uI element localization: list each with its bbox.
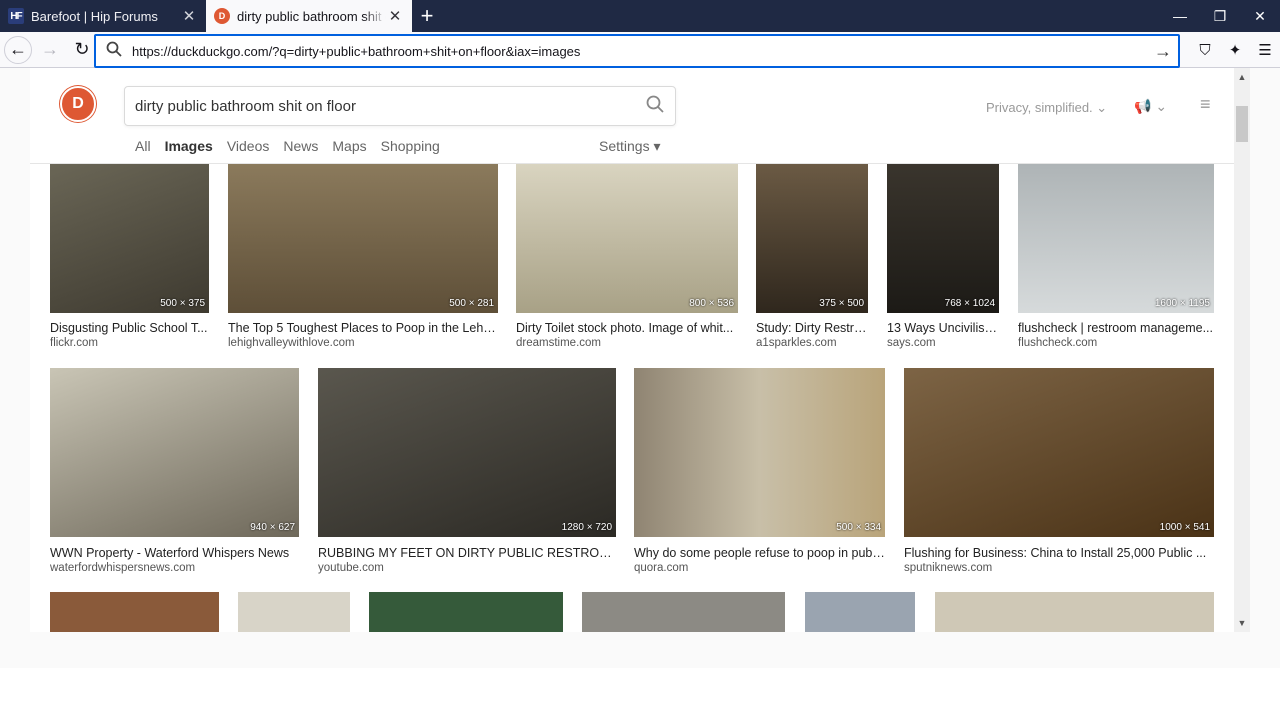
result-thumbnail[interactable]: 500 × 281 xyxy=(228,164,498,313)
result-source[interactable]: a1sparkles.com xyxy=(756,337,868,349)
scroll-down-icon[interactable]: ▼ xyxy=(1234,616,1250,630)
result-caption[interactable]: flushcheck | restroom manageme... xyxy=(1018,321,1214,335)
new-tab-button[interactable]: + xyxy=(412,0,442,32)
toolbar-right: ⛉ ✦ ☰ xyxy=(1190,32,1280,68)
tab-news[interactable]: News xyxy=(283,138,318,154)
url-text[interactable]: https://duckduckgo.com/?q=dirty+public+b… xyxy=(132,44,1148,59)
image-dimensions: 1000 × 541 xyxy=(1159,522,1210,533)
search-icon[interactable] xyxy=(635,95,675,118)
result-thumbnail[interactable] xyxy=(238,592,350,632)
tab-ddg-search[interactable]: D dirty public bathroom shit on floor - … xyxy=(206,0,412,32)
result-caption[interactable]: Flushing for Business: China to Install … xyxy=(904,546,1214,560)
image-dimensions: 375 × 500 xyxy=(819,298,864,309)
image-dimensions: 800 × 536 xyxy=(689,298,734,309)
image-dimensions: 500 × 375 xyxy=(160,298,205,309)
back-button[interactable]: ← xyxy=(4,35,32,64)
go-arrow-icon[interactable]: → xyxy=(1148,41,1178,62)
scrollbar-thumb[interactable] xyxy=(1236,106,1248,142)
result-caption[interactable]: 13 Ways Uncivilise... xyxy=(887,321,999,335)
scroll-up-icon[interactable]: ▲ xyxy=(1234,70,1250,84)
result-caption[interactable]: RUBBING MY FEET ON DIRTY PUBLIC RESTROOM… xyxy=(318,546,616,560)
duckduckgo-logo-icon[interactable]: D xyxy=(60,86,96,122)
forward-button[interactable]: → xyxy=(36,36,64,64)
tab-title: Barefoot | Hip Forums xyxy=(31,8,158,24)
result-thumbnail[interactable]: 1600 × 1195 xyxy=(1018,164,1214,313)
tab-videos[interactable]: Videos xyxy=(227,138,270,154)
search-input[interactable]: dirty public bathroom shit on floor xyxy=(124,86,676,126)
tab-strip: HF Barefoot | Hip Forums ✕ D dirty publi… xyxy=(0,0,1280,32)
result-source[interactable]: flickr.com xyxy=(50,337,209,349)
result-caption[interactable]: Disgusting Public School T... xyxy=(50,321,209,335)
tab-title: dirty public bathroom shit on floor - Du… xyxy=(237,8,386,24)
result-caption[interactable]: Dirty Toilet stock photo. Image of whit.… xyxy=(516,321,738,335)
close-icon[interactable]: ✕ xyxy=(386,7,404,25)
result-source[interactable]: says.com xyxy=(887,337,999,349)
minimize-button[interactable]: — xyxy=(1160,0,1200,32)
app-menu-icon[interactable]: ☰ xyxy=(1250,35,1280,65)
hipforums-favicon-icon: HF xyxy=(8,8,24,24)
result-caption[interactable]: The Top 5 Toughest Places to Poop in the… xyxy=(228,321,498,335)
result-source[interactable]: lehighvalleywithlove.com xyxy=(228,337,498,349)
result-caption[interactable]: Why do some people refuse to poop in pub… xyxy=(634,546,885,560)
result-thumbnail[interactable]: 500 × 375 xyxy=(50,164,209,313)
address-bar[interactable]: https://duckduckgo.com/?q=dirty+public+b… xyxy=(94,34,1180,68)
image-dimensions: 1280 × 720 xyxy=(561,522,612,533)
ddg-menu-icon[interactable]: ≡ xyxy=(1200,94,1211,115)
page-scrollbar[interactable]: ▲ ▼ xyxy=(1234,68,1250,632)
image-dimensions: 500 × 281 xyxy=(449,298,494,309)
result-source[interactable]: youtube.com xyxy=(318,562,616,574)
image-dimensions: 500 × 334 xyxy=(836,522,881,533)
result-thumbnail[interactable] xyxy=(50,592,219,632)
result-thumbnail[interactable] xyxy=(582,592,785,632)
result-source[interactable]: quora.com xyxy=(634,562,885,574)
result-thumbnail[interactable]: 800 × 536 xyxy=(516,164,738,313)
result-caption[interactable]: WWN Property - Waterford Whispers News xyxy=(50,546,299,560)
window-close-button[interactable]: ✕ xyxy=(1240,0,1280,32)
image-dimensions: 768 × 1024 xyxy=(944,298,995,309)
close-icon[interactable]: ✕ xyxy=(180,7,198,25)
result-thumbnail[interactable] xyxy=(805,592,915,632)
tab-barefoot[interactable]: HF Barefoot | Hip Forums ✕ xyxy=(0,0,206,32)
result-thumbnail[interactable]: 1280 × 720 xyxy=(318,368,616,537)
shield-icon[interactable]: ⛉ xyxy=(1190,35,1220,65)
privacy-dropdown[interactable]: Privacy, simplified. ⌄ xyxy=(986,100,1107,116)
megaphone-icon[interactable]: 📢 ⌄ xyxy=(1134,98,1167,115)
tab-maps[interactable]: Maps xyxy=(332,138,366,154)
ddg-header: D dirty public bathroom shit on floor Pr… xyxy=(30,68,1234,164)
result-source[interactable]: sputniknews.com xyxy=(904,562,1214,574)
result-thumbnail[interactable]: 375 × 500 xyxy=(756,164,868,313)
image-dimensions: 940 × 627 xyxy=(250,522,295,533)
image-dimensions: 1600 × 1195 xyxy=(1154,298,1210,309)
result-source[interactable]: flushcheck.com xyxy=(1018,337,1214,349)
result-thumbnail[interactable]: 500 × 334 xyxy=(634,368,885,537)
window-controls: — ❐ ✕ xyxy=(1160,0,1280,32)
reload-button[interactable]: ↻ xyxy=(68,36,96,64)
ddg-page: D dirty public bathroom shit on floor Pr… xyxy=(30,68,1234,632)
search-query[interactable]: dirty public bathroom shit on floor xyxy=(135,98,635,115)
tab-images[interactable]: Images xyxy=(165,138,213,154)
extensions-icon[interactable]: ✦ xyxy=(1220,35,1250,65)
result-thumbnail[interactable]: 768 × 1024 xyxy=(887,164,999,313)
duckduckgo-favicon-icon: D xyxy=(214,8,230,24)
maximize-button[interactable]: ❐ xyxy=(1200,0,1240,32)
result-caption[interactable]: Study: Dirty Restro... xyxy=(756,321,868,335)
result-source[interactable]: dreamstime.com xyxy=(516,337,738,349)
result-thumbnail[interactable] xyxy=(369,592,563,632)
result-source[interactable]: waterfordwhispersnews.com xyxy=(50,562,299,574)
nav-toolbar: ← → ↻ https://duckduckgo.com/?q=dirty+pu… xyxy=(0,32,1280,68)
result-thumbnail[interactable]: 1000 × 541 xyxy=(904,368,1214,537)
settings-dropdown[interactable]: Settings ▾ xyxy=(599,138,661,155)
tab-all[interactable]: All xyxy=(135,138,151,154)
search-icon xyxy=(106,41,124,62)
result-thumbnail[interactable] xyxy=(935,592,1214,632)
tab-shopping[interactable]: Shopping xyxy=(381,138,440,154)
content-viewport: D dirty public bathroom shit on floor Pr… xyxy=(0,68,1280,668)
result-thumbnail[interactable]: 940 × 627 xyxy=(50,368,299,537)
search-type-tabs: All Images Videos News Maps Shopping xyxy=(135,138,454,154)
